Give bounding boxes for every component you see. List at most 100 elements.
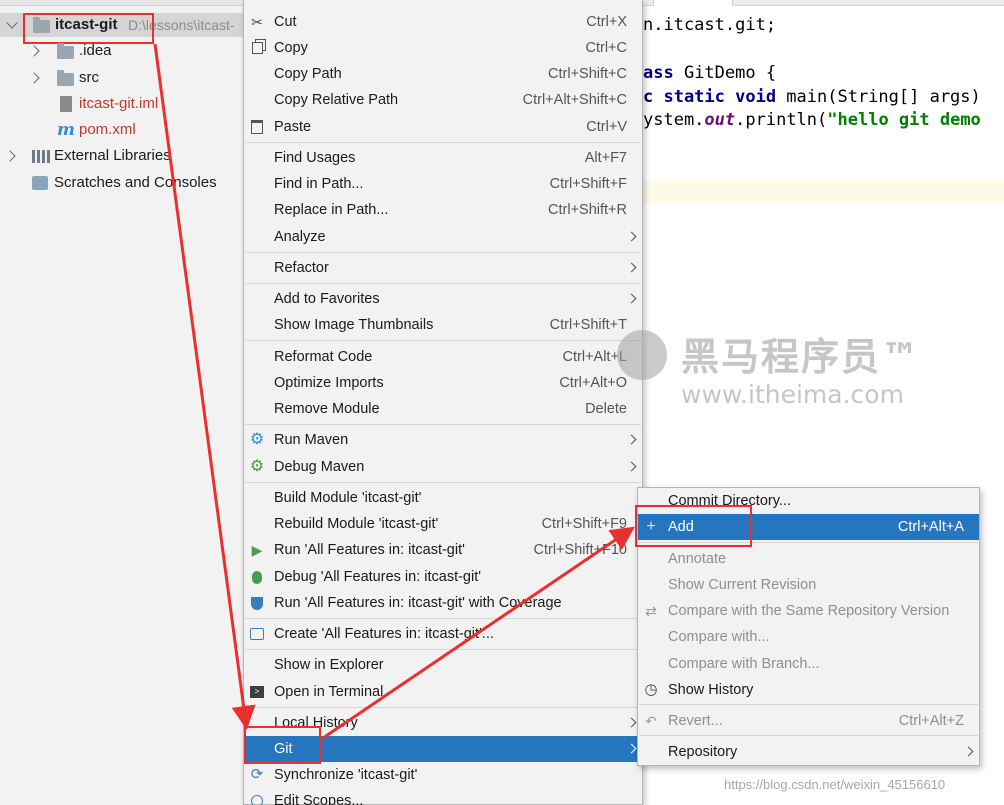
code-line-3: c static void main(String[] args)	[643, 87, 981, 107]
menu-item-create-all-features[interactable]: Create 'All Features in: itcast-git'...	[244, 621, 642, 647]
git-item-show-current-revision[interactable]: Show Current Revision	[638, 572, 979, 598]
menu-item-debug-all-features[interactable]: Debug 'All Features in: itcast-git'	[244, 564, 642, 590]
menu-item-reformat-code[interactable]: Reformat Code Ctrl+Alt+L	[244, 344, 642, 370]
menu-item-copy-path[interactable]: Copy Path Ctrl+Shift+C	[244, 61, 642, 87]
menu-separator	[245, 482, 641, 483]
tree-item-iml[interactable]: itcast-git.iml	[0, 92, 250, 116]
menu-separator	[245, 340, 641, 341]
annotation-box-add	[635, 505, 752, 547]
menu-item-open-in-terminal[interactable]: > Open in Terminal	[244, 679, 642, 705]
menu-item-paste[interactable]: Paste Ctrl+V	[244, 114, 642, 140]
tree-item-external-libraries[interactable]: External Libraries	[0, 144, 250, 168]
tree-item-label: itcast-git.iml	[79, 95, 159, 112]
editor-tab[interactable]	[653, 0, 733, 6]
gear-debug-icon: ⚙	[249, 458, 265, 475]
menu-separator	[245, 618, 641, 619]
menu-item-add-to-favorites[interactable]: Add to Favorites	[244, 286, 642, 312]
tree-item-label: pom.xml	[79, 121, 136, 138]
chevron-down-icon[interactable]	[6, 17, 18, 29]
chevron-right-icon[interactable]	[28, 45, 40, 57]
git-item-compare-with[interactable]: Compare with...	[638, 624, 979, 650]
submenu-arrow-icon	[626, 743, 637, 754]
revert-icon: ↶	[645, 713, 657, 729]
editor-tab-bar	[643, 0, 1004, 6]
submenu-arrow-icon	[626, 262, 637, 273]
menu-separator	[245, 424, 641, 425]
clipboard-icon	[249, 119, 265, 135]
credit-watermark: https://blog.csdn.net/weixin_45156610	[724, 777, 946, 792]
menu-separator	[245, 649, 641, 650]
menu-item-show-in-explorer[interactable]: Show in Explorer	[244, 652, 642, 678]
menu-item-remove-module[interactable]: Remove Module Delete	[244, 396, 642, 422]
menu-item-copy-relative-path[interactable]: Copy Relative Path Ctrl+Alt+Shift+C	[244, 87, 642, 113]
copy-icon	[249, 40, 265, 56]
project-context-menu: ✂ Cut Ctrl+X Copy Ctrl+C Copy Path Ctrl+…	[243, 0, 643, 805]
folder-icon	[57, 43, 74, 59]
menu-item-rebuild-module[interactable]: Rebuild Module 'itcast-git' Ctrl+Shift+F…	[244, 511, 642, 537]
menu-separator	[245, 707, 641, 708]
menu-separator	[639, 704, 978, 705]
menu-separator	[639, 735, 978, 736]
tree-item-label: .idea	[79, 42, 112, 59]
menu-item-run-with-coverage[interactable]: Run 'All Features in: itcast-git' with C…	[244, 590, 642, 616]
submenu-arrow-icon	[626, 434, 637, 445]
code-line-1: n.itcast.git;	[643, 15, 777, 35]
create-config-icon	[249, 626, 265, 642]
clock-icon: ◷	[644, 681, 658, 698]
menu-item-copy[interactable]: Copy Ctrl+C	[244, 35, 642, 61]
sync-icon: ⟳	[250, 766, 264, 783]
current-line-highlight	[643, 181, 1004, 203]
menu-item-replace-in-path[interactable]: Replace in Path... Ctrl+Shift+R	[244, 197, 642, 223]
menu-item-synchronize[interactable]: ⟳ Synchronize 'itcast-git'	[244, 762, 642, 788]
chevron-right-icon[interactable]	[4, 150, 16, 162]
git-item-repository[interactable]: Repository	[638, 739, 979, 765]
menu-separator	[245, 252, 641, 253]
debug-bug-icon	[249, 569, 265, 585]
submenu-arrow-icon	[963, 746, 974, 757]
git-item-show-history[interactable]: ◷ Show History	[638, 677, 979, 703]
scopes-icon	[249, 793, 265, 805]
coverage-icon	[249, 595, 265, 611]
tree-item-label: src	[79, 69, 99, 86]
menu-item-build-module[interactable]: Build Module 'itcast-git'	[244, 485, 642, 511]
tree-item-label: Scratches and Consoles	[54, 174, 217, 191]
menu-item-cut[interactable]: ✂ Cut Ctrl+X	[244, 9, 642, 35]
tree-item-idea[interactable]: .idea	[0, 39, 250, 63]
iml-file-icon	[60, 96, 72, 112]
gear-icon: ⚙	[249, 431, 265, 448]
menu-item-refactor[interactable]: Refactor	[244, 255, 642, 281]
menu-item-find-usages[interactable]: Find Usages Alt+F7	[244, 145, 642, 171]
git-item-compare-with-branch[interactable]: Compare with Branch...	[638, 651, 979, 677]
menu-separator	[245, 142, 641, 143]
tree-item-src[interactable]: src	[0, 66, 250, 90]
menu-item-debug-maven[interactable]: ⚙ Debug Maven	[244, 454, 642, 480]
code-line-2: ass GitDemo {	[643, 63, 777, 83]
menu-item-find-in-path[interactable]: Find in Path... Ctrl+Shift+F	[244, 171, 642, 197]
menu-item-optimize-imports[interactable]: Optimize Imports Ctrl+Alt+O	[244, 370, 642, 396]
tree-item-scratches[interactable]: Scratches and Consoles	[0, 171, 250, 195]
chevron-right-icon[interactable]	[28, 72, 40, 84]
terminal-icon: >	[249, 684, 265, 700]
menu-separator	[245, 283, 641, 284]
tree-item-label: External Libraries	[54, 147, 171, 164]
menu-item-show-image-thumbnails[interactable]: Show Image Thumbnails Ctrl+Shift+T	[244, 312, 642, 338]
submenu-arrow-icon	[626, 461, 637, 472]
menu-item-edit-scopes[interactable]: Edit Scopes...	[244, 788, 642, 805]
scissors-icon: ✂	[251, 14, 263, 30]
submenu-arrow-icon	[626, 293, 637, 304]
submenu-arrow-icon	[626, 717, 637, 728]
submenu-arrow-icon	[626, 231, 637, 242]
run-icon: ▶	[251, 542, 263, 558]
menu-item-analyze[interactable]: Analyze	[244, 224, 642, 250]
menu-item-run-maven[interactable]: ⚙ Run Maven	[244, 427, 642, 453]
menu-item-run-all-features[interactable]: ▶ Run 'All Features in: itcast-git' Ctrl…	[244, 537, 642, 563]
git-item-annotate[interactable]: Annotate	[638, 546, 979, 572]
git-item-revert[interactable]: ↶ Revert... Ctrl+Alt+Z	[638, 708, 979, 734]
project-tree: itcast-git D:\lessons\itcast- .idea src …	[0, 0, 250, 805]
compare-arrows-icon: ⇄	[645, 603, 657, 619]
git-item-compare-same-repo[interactable]: ⇄ Compare with the Same Repository Versi…	[638, 598, 979, 624]
scratches-icon	[32, 176, 48, 190]
folder-icon	[57, 70, 74, 86]
code-line-4: ystem.out.println("hello git demo	[643, 110, 981, 130]
tree-item-pom[interactable]: m pom.xml	[0, 118, 250, 142]
